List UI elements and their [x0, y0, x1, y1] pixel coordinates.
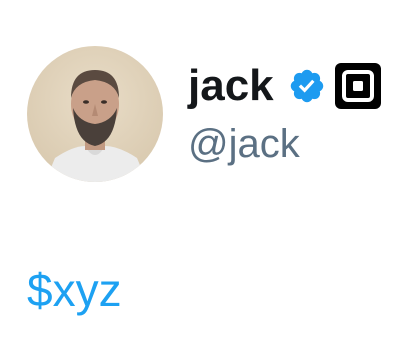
- user-handle: @jack: [188, 122, 300, 166]
- tweet-card: jack @jack $xyz: [0, 0, 397, 346]
- cashtag-link[interactable]: $xyz: [27, 262, 122, 318]
- display-name[interactable]: jack: [188, 60, 274, 112]
- avatar-photo: [27, 46, 163, 182]
- name-row: jack: [188, 60, 382, 112]
- avatar[interactable]: [27, 46, 163, 182]
- verified-badge-icon: [288, 67, 326, 105]
- square-logo-icon[interactable]: [334, 62, 382, 110]
